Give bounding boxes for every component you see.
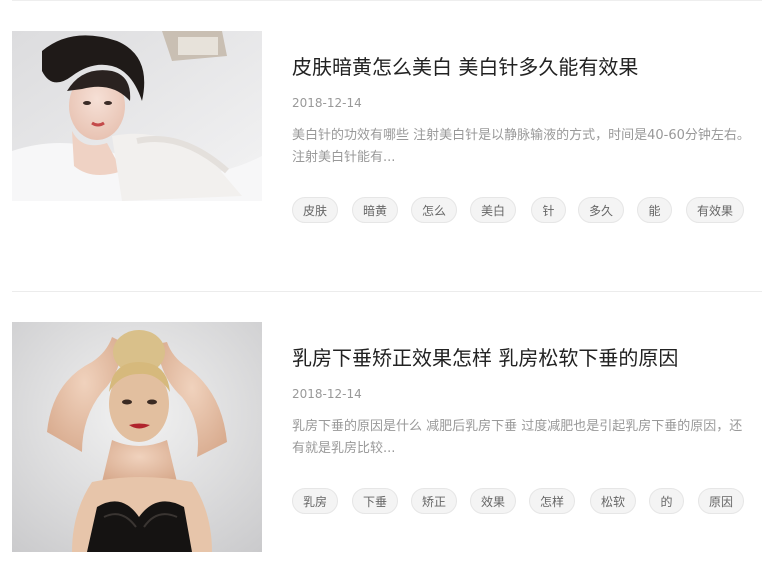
tag-chip[interactable]: 针 — [531, 197, 566, 223]
article-title-2[interactable]: 乳房下垂矫正效果怎样 乳房松软下垂的原因 — [292, 342, 678, 371]
top-divider — [12, 0, 762, 1]
article-summary-1: 美白针的功效有哪些 注射美白针是以静脉输液的方式，时间是40-60分钟左右。注射… — [292, 128, 750, 165]
article-thumbnail-2[interactable] — [12, 322, 262, 552]
tag-chip[interactable]: 多久 — [578, 197, 624, 223]
article-thumbnail-1[interactable] — [12, 31, 262, 201]
article-date-2: 2018-12-14 — [292, 387, 362, 401]
tag-chip[interactable]: 松软 — [590, 488, 636, 514]
tag-list-2: 乳房 下垂 矫正 效果 怎样 松软 的 原因 — [292, 488, 762, 514]
tag-chip[interactable]: 矫正 — [411, 488, 457, 514]
portrait-photo-woman-in-bed — [12, 31, 262, 201]
tag-chip[interactable]: 皮肤 — [292, 197, 338, 223]
tag-chip[interactable]: 怎么 — [411, 197, 457, 223]
tag-chip[interactable]: 乳房 — [292, 488, 338, 514]
article-card-2: 乳房下垂矫正效果怎样 乳房松软下垂的原因 2018-12-14 乳房下垂的原因是… — [12, 322, 762, 553]
article-date-1: 2018-12-14 — [292, 96, 362, 110]
article-card-1: 皮肤暗黄怎么美白 美白针多久能有效果 2018-12-14 美白针的功效有哪些 … — [12, 31, 762, 262]
tag-chip[interactable]: 效果 — [470, 488, 516, 514]
article-title-1[interactable]: 皮肤暗黄怎么美白 美白针多久能有效果 — [292, 51, 638, 80]
tag-chip[interactable]: 能 — [637, 197, 672, 223]
article-divider — [12, 291, 762, 292]
tag-list-1: 皮肤 暗黄 怎么 美白 针 多久 能 有效果 — [292, 197, 762, 223]
tag-chip[interactable]: 的 — [649, 488, 684, 514]
tag-chip[interactable]: 怎样 — [529, 488, 575, 514]
tag-chip[interactable]: 有效果 — [686, 197, 744, 223]
tag-chip[interactable]: 美白 — [470, 197, 516, 223]
article-summary-2: 乳房下垂的原因是什么 减肥后乳房下垂 过度减肥也是引起乳房下垂的原因，还有就是乳… — [292, 419, 743, 456]
tag-chip[interactable]: 原因 — [698, 488, 744, 514]
portrait-photo-woman-posing — [12, 322, 262, 552]
tag-chip[interactable]: 下垂 — [352, 488, 398, 514]
tag-chip[interactable]: 暗黄 — [352, 197, 398, 223]
